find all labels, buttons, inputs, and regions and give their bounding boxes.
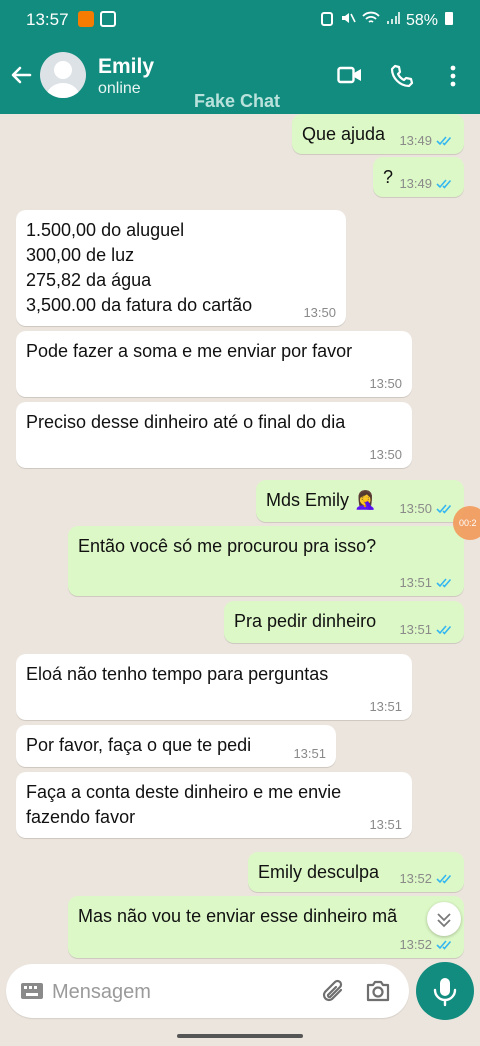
- message-text: Pra pedir dinheiro: [234, 611, 377, 631]
- message-time: 13:49: [399, 176, 432, 191]
- contact-name[interactable]: Emily: [98, 55, 154, 79]
- message-time: 13:50: [303, 305, 336, 320]
- contact-status: online: [98, 80, 141, 97]
- media-icon: [100, 11, 116, 27]
- chat-area[interactable]: Que ajuda 13:49 ? 13:49 1.500,00 do alug…: [0, 114, 480, 962]
- message-time: 13:51: [293, 746, 326, 761]
- message-text: Então você só me procurou pra isso?: [78, 536, 377, 556]
- read-ticks-icon: [436, 940, 452, 950]
- system-nav-bar: [0, 1026, 480, 1046]
- message-text: Mas não vou te enviar esse dinheiro mã: [78, 906, 398, 926]
- message-outgoing[interactable]: Então você só me procurou pra isso? 13:5…: [68, 526, 464, 596]
- back-arrow-icon[interactable]: [8, 62, 34, 88]
- mic-icon[interactable]: [416, 962, 474, 1020]
- message-time: 13:51: [399, 622, 432, 637]
- message-text: Que ajuda: [302, 124, 386, 144]
- read-ticks-icon: [436, 179, 452, 189]
- message-outgoing[interactable]: ? 13:49: [373, 157, 464, 197]
- message-input[interactable]: Mensagem: [6, 964, 409, 1018]
- message-text: Emily desculpa: [258, 862, 380, 882]
- message-placeholder: Mensagem: [52, 981, 151, 1003]
- status-left-icons: [78, 11, 116, 27]
- avatar[interactable]: [40, 52, 86, 98]
- watermark: Fake Chat: [194, 91, 281, 111]
- message-outgoing[interactable]: Mas não vou te enviar esse dinheiro mã 1…: [68, 896, 464, 958]
- message-time: 13:51: [399, 575, 432, 590]
- message-time: 13:49: [399, 133, 432, 148]
- message-text: Faça a conta deste dinheiro e me envie f…: [26, 782, 342, 827]
- message-text: Mds Emily 🤦‍♀️: [266, 490, 377, 510]
- message-time: 13:50: [369, 447, 402, 462]
- read-ticks-icon: [436, 625, 452, 635]
- attach-icon[interactable]: [321, 979, 347, 1010]
- message-incoming[interactable]: Preciso desse dinheiro até o final do di…: [16, 402, 412, 468]
- message-incoming[interactable]: Pode fazer a soma e me enviar por favor …: [16, 331, 412, 397]
- scroll-down-icon[interactable]: [427, 902, 461, 936]
- recording-overlay-badge: 00:2: [453, 506, 480, 540]
- chat-header: Emily online Fake Chat: [0, 40, 480, 114]
- video-call-icon[interactable]: [337, 64, 363, 91]
- message-text: Por favor, faça o que te pedi: [26, 735, 252, 755]
- home-gesture-handle[interactable]: [177, 1034, 303, 1038]
- message-outgoing[interactable]: Que ajuda 13:49: [292, 114, 464, 154]
- read-ticks-icon: [436, 578, 452, 588]
- message-incoming[interactable]: Por favor, faça o que te pedi 13:51: [16, 725, 336, 767]
- message-text: Pode fazer a soma e me enviar por favor: [26, 341, 353, 361]
- message-text: Eloá não tenho tempo para perguntas: [26, 664, 329, 684]
- message-text: Preciso desse dinheiro até o final do di…: [26, 412, 346, 432]
- keyboard-icon[interactable]: [20, 982, 44, 1005]
- status-time: 13:57: [26, 10, 69, 29]
- message-time: 13:51: [369, 699, 402, 714]
- alarm-icon: [320, 10, 334, 31]
- message-time: 13:50: [369, 376, 402, 391]
- signal-icon: [386, 11, 400, 30]
- battery-level: 58%: [405, 11, 438, 29]
- phone-icon[interactable]: [390, 64, 414, 93]
- message-text: ?: [383, 167, 394, 187]
- message-time: 13:50: [399, 501, 432, 516]
- read-ticks-icon: [436, 874, 452, 884]
- message-time: 13:51: [369, 817, 402, 832]
- message-outgoing[interactable]: Pra pedir dinheiro 13:51: [224, 601, 464, 643]
- status-right: 58%: [320, 10, 454, 31]
- more-vert-icon[interactable]: [449, 64, 457, 93]
- message-outgoing[interactable]: Mds Emily 🤦‍♀️ 13:50: [256, 480, 464, 522]
- mute-icon: [340, 10, 356, 31]
- message-outgoing[interactable]: Emily desculpa 13:52: [248, 852, 464, 892]
- message-time: 13:52: [399, 871, 432, 886]
- read-ticks-icon: [436, 136, 452, 146]
- status-bar: 13:57 58%: [0, 0, 480, 40]
- battery-icon: [444, 10, 454, 31]
- message-incoming[interactable]: Faça a conta deste dinheiro e me envie f…: [16, 772, 412, 838]
- message-text: 1.500,00 do aluguel 300,00 de luz 275,82…: [26, 220, 253, 315]
- wifi-icon: [362, 11, 380, 30]
- read-ticks-icon: [436, 504, 452, 514]
- message-time: 13:52: [399, 937, 432, 952]
- message-incoming[interactable]: 1.500,00 do aluguel 300,00 de luz 275,82…: [16, 210, 346, 326]
- message-incoming[interactable]: Eloá não tenho tempo para perguntas 13:5…: [16, 654, 412, 720]
- recording-icon: [78, 11, 94, 27]
- camera-icon[interactable]: [365, 979, 391, 1008]
